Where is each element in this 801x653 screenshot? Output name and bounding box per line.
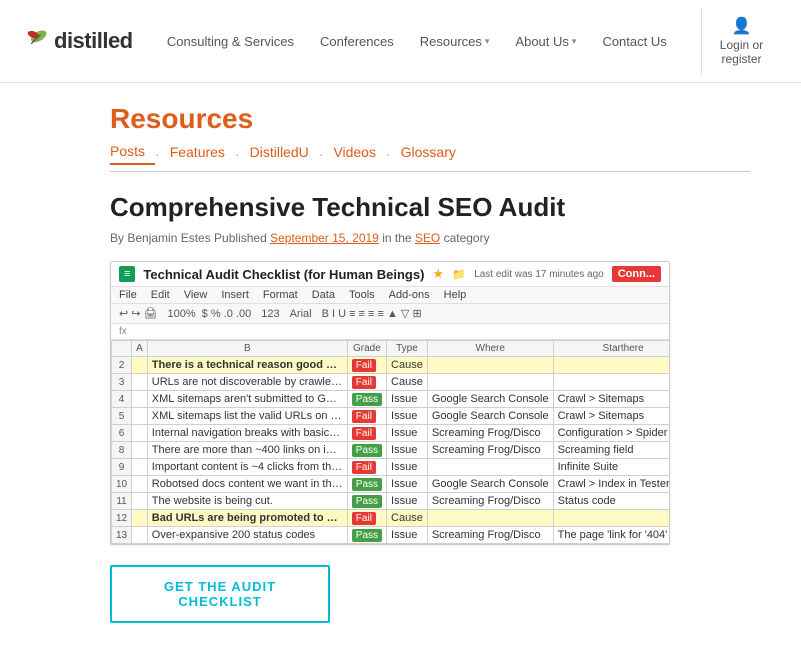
ss-menu-tools[interactable]: Tools <box>349 289 375 301</box>
sub-nav-videos[interactable]: Videos <box>333 144 386 164</box>
chevron-down-icon: ▾ <box>485 36 490 47</box>
nav-conferences[interactable]: Conferences <box>308 26 406 57</box>
col-header-a: A <box>132 341 148 357</box>
ss-menu-edit[interactable]: Edit <box>151 289 170 301</box>
folder-icon: 📁 <box>452 268 466 281</box>
sub-nav-sep-4: · <box>386 146 391 162</box>
table-row: 12 Bad URLs are being promoted to crawle… <box>112 510 671 527</box>
last-edited: Last edit was 17 minutes ago <box>474 269 604 280</box>
sub-nav-features[interactable]: Features <box>170 144 235 164</box>
ss-table: A B Grade Type Where Starthere Reference… <box>111 340 670 544</box>
ss-menu-data[interactable]: Data <box>312 289 335 301</box>
article-title: Comprehensive Technical SEO Audit <box>110 192 750 223</box>
table-row: 13 Over-expansive 200 status codes Pass … <box>112 527 671 544</box>
ss-format-bar: ↩ ↪ 🖨 100% $ % .0 .00 123 Arial B I U ≡ … <box>111 304 669 324</box>
login-register-button[interactable]: 👤 Login or register <box>701 8 781 74</box>
nav-resources[interactable]: Resources ▾ <box>408 26 502 57</box>
ss-menu-format[interactable]: Format <box>263 289 298 301</box>
resources-sub-nav: Posts · Features · DistilledU · Videos ·… <box>110 143 750 172</box>
col-header-b: B <box>147 341 347 357</box>
table-row: 6 Internal navigation breaks with basic … <box>112 425 671 442</box>
table-row: 2 There is a technical reason good conte… <box>112 357 671 374</box>
ss-title-bar: ≡ Technical Audit Checklist (for Human B… <box>111 262 669 287</box>
sub-nav-sep-1: · <box>155 146 160 162</box>
sub-nav-sep-2: · <box>235 146 240 162</box>
col-header-grade: Grade <box>347 341 386 357</box>
col-header-where: Where <box>427 341 553 357</box>
table-row: 11 The website is being cut. Pass Issue … <box>112 493 671 510</box>
table-row: 3 URLs are not discoverable by crawlers.… <box>112 374 671 391</box>
table-row: 9 Important content is ~4 clicks from th… <box>112 459 671 476</box>
get-audit-checklist-button[interactable]: GET THE AUDIT CHECKLIST <box>110 565 330 623</box>
main-nav: Consulting & Services Conferences Resour… <box>155 26 679 57</box>
article-date-link[interactable]: September 15, 2019 <box>270 231 379 245</box>
star-icon: ★ <box>432 266 444 282</box>
col-header-empty <box>112 341 132 357</box>
sub-nav-glossary[interactable]: Glossary <box>401 144 466 164</box>
spreadsheet-embed: ≡ Technical Audit Checklist (for Human B… <box>110 261 670 545</box>
nav-contact[interactable]: Contact Us <box>590 26 678 57</box>
logo-leaf-icon <box>20 27 48 55</box>
resources-heading: Resources <box>110 103 750 135</box>
article-meta: By Benjamin Estes Published September 15… <box>110 231 750 245</box>
table-row: 5 XML sitemaps list the valid URLs on th… <box>112 408 671 425</box>
resources-section: Resources Posts · Features · DistilledU … <box>110 103 750 172</box>
login-label: Login or <box>720 38 763 52</box>
ss-menu-file[interactable]: File <box>119 289 137 301</box>
col-header-starthere: Starthere <box>553 341 670 357</box>
chevron-down-icon: ▾ <box>572 36 577 47</box>
row-num: 2 <box>112 357 132 374</box>
col-header-type: Type <box>387 341 428 357</box>
article-category-link[interactable]: SEO <box>415 231 440 245</box>
ss-menu-addons[interactable]: Add-ons <box>389 289 430 301</box>
sub-nav-sep-3: · <box>319 146 324 162</box>
table-row: 4 XML sitemaps aren't submitted to GWT P… <box>112 391 671 408</box>
register-label: register <box>721 52 761 66</box>
sheets-button: Conn... <box>612 266 661 282</box>
main-content: Resources Posts · Features · DistilledU … <box>0 83 780 653</box>
ss-menu-insert[interactable]: Insert <box>221 289 249 301</box>
ss-title: Technical Audit Checklist (for Human Bei… <box>143 267 424 282</box>
user-icon: 👤 <box>732 16 752 36</box>
logo-text: distilled <box>54 28 133 54</box>
table-row: 8 There are more than ~400 links on impo… <box>112 442 671 459</box>
nav-consulting[interactable]: Consulting & Services <box>155 26 306 57</box>
sheets-icon: ≡ <box>119 266 135 282</box>
sub-nav-distilledu[interactable]: DistilledU <box>250 144 319 164</box>
ss-formula-bar: fx <box>111 324 669 340</box>
ss-menu-view[interactable]: View <box>184 289 208 301</box>
logo[interactable]: distilled <box>20 27 133 55</box>
sub-nav-posts[interactable]: Posts <box>110 143 155 165</box>
ss-menu: File Edit View Insert Format Data Tools … <box>111 287 669 304</box>
ss-menu-help[interactable]: Help <box>444 289 467 301</box>
table-row: 10 Robotsed docs content we want in the … <box>112 476 671 493</box>
nav-about[interactable]: About Us ▾ <box>503 26 588 57</box>
